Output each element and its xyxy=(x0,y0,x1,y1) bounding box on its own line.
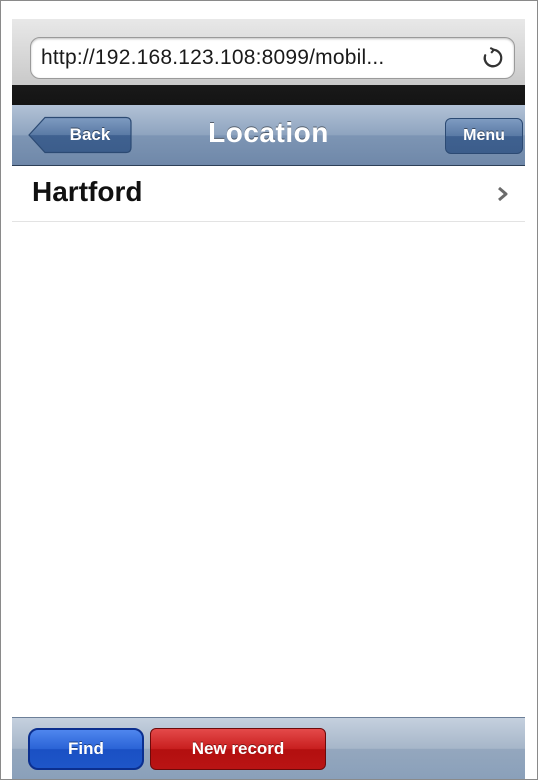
address-field[interactable]: http://192.168.123.108:8099/mobil... xyxy=(30,37,515,79)
bottom-toolbar: Find New record xyxy=(12,717,525,779)
reload-icon[interactable] xyxy=(482,47,504,69)
app-frame: http://192.168.123.108:8099/mobil... Bac… xyxy=(0,0,538,780)
list-item[interactable]: Hartford xyxy=(12,166,525,222)
url-text: http://192.168.123.108:8099/mobil... xyxy=(41,46,385,69)
find-button[interactable]: Find xyxy=(28,728,144,770)
address-bar-background: http://192.168.123.108:8099/mobil... xyxy=(12,19,525,85)
menu-button[interactable]: Menu xyxy=(445,118,523,154)
chevron-right-icon xyxy=(498,186,508,202)
list-item-label: Hartford xyxy=(32,176,143,207)
browser-chrome: http://192.168.123.108:8099/mobil... xyxy=(12,19,525,105)
new-record-button[interactable]: New record xyxy=(150,728,326,770)
nav-bar: Back Location Menu xyxy=(12,105,525,166)
